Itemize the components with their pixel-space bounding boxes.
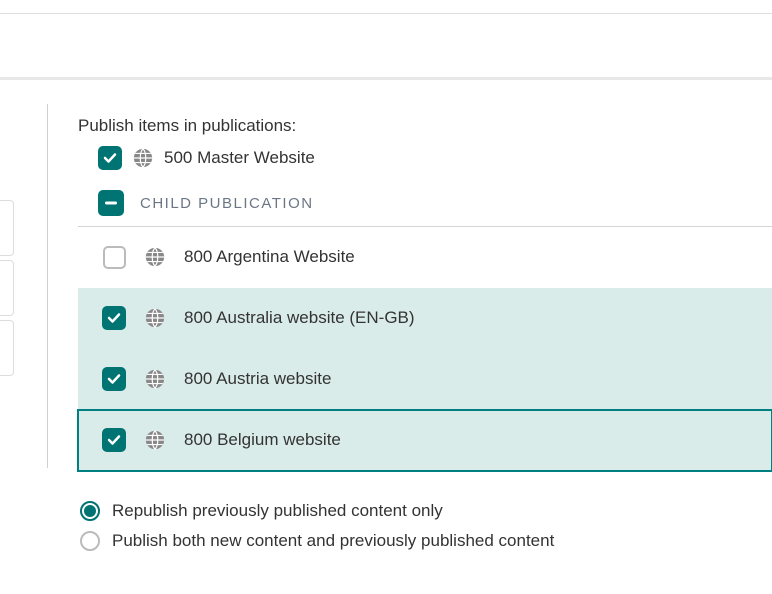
publish-mode-radio-group: Republish previously published content o… — [78, 501, 772, 551]
radio-button[interactable] — [80, 501, 100, 521]
globe-icon — [144, 246, 166, 268]
child-publication-row[interactable]: 800 Belgium website — [78, 410, 772, 471]
sidebar-stub — [0, 320, 14, 376]
radio-option-republish[interactable]: Republish previously published content o… — [80, 501, 772, 521]
child-publication-list: 800 Argentina Website 800 Australia webs… — [78, 226, 772, 471]
child-checkbox[interactable] — [102, 306, 126, 330]
child-publication-row[interactable]: 800 Austria website — [78, 349, 772, 410]
radio-label: Publish both new content and previously … — [112, 531, 554, 551]
child-checkbox[interactable] — [102, 428, 126, 452]
check-icon — [102, 150, 118, 166]
check-icon — [106, 310, 122, 326]
check-icon — [106, 432, 122, 448]
master-checkbox[interactable] — [98, 146, 122, 170]
child-publication-section-label: CHILD PUBLICATION — [140, 195, 314, 212]
globe-icon — [144, 368, 166, 390]
child-publication-row[interactable]: 800 Argentina Website — [78, 227, 772, 288]
radio-dot-icon — [84, 505, 96, 517]
radio-label: Republish previously published content o… — [112, 501, 443, 521]
child-publication-label: 800 Australia website (EN-GB) — [184, 308, 415, 328]
minus-icon — [104, 196, 118, 210]
child-publication-label: 800 Argentina Website — [184, 247, 355, 267]
child-checkbox[interactable] — [103, 246, 126, 269]
radio-option-publish-both[interactable]: Publish both new content and previously … — [80, 531, 772, 551]
child-checkbox[interactable] — [102, 367, 126, 391]
child-publication-section[interactable]: CHILD PUBLICATION — [78, 190, 772, 216]
sidebar-stub — [0, 200, 14, 256]
master-publication-row[interactable]: 500 Master Website — [78, 146, 772, 170]
check-icon — [106, 371, 122, 387]
radio-button[interactable] — [80, 531, 100, 551]
sidebar-stub — [0, 260, 14, 316]
child-section-checkbox-indeterminate[interactable] — [98, 190, 124, 216]
master-publication-label: 500 Master Website — [164, 148, 315, 168]
child-publication-row[interactable]: 800 Australia website (EN-GB) — [78, 288, 772, 349]
child-publication-label: 800 Austria website — [184, 369, 331, 389]
child-publication-label: 800 Belgium website — [184, 430, 341, 450]
publications-heading: Publish items in publications: — [78, 116, 772, 136]
globe-icon — [132, 147, 154, 169]
globe-icon — [144, 307, 166, 329]
globe-icon — [144, 429, 166, 451]
